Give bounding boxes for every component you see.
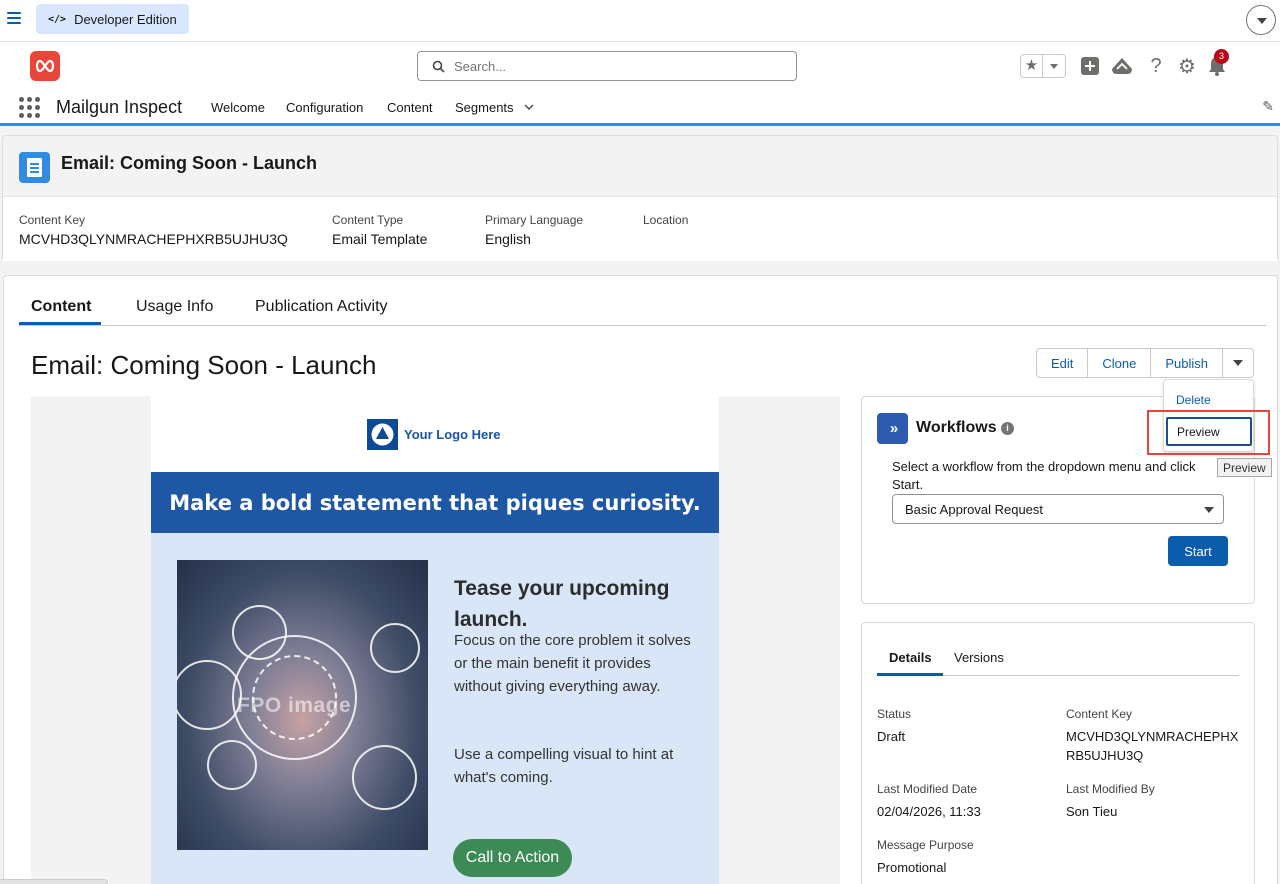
- add-icon[interactable]: [1078, 54, 1102, 78]
- detail-last-modified-by: Last Modified By Son Tieu: [1066, 782, 1155, 819]
- record-tabs: Content Usage Info Publication Activity: [19, 276, 1267, 326]
- clone-button[interactable]: Clone: [1088, 349, 1152, 377]
- start-workflow-button[interactable]: Start: [1168, 536, 1228, 566]
- tab-content[interactable]: Content: [31, 298, 91, 316]
- tab-usage-info[interactable]: Usage Info: [136, 298, 213, 316]
- fpo-image-stamp: FPO image: [237, 694, 352, 717]
- logo-placeholder-icon: [367, 419, 398, 450]
- field-content-key: Content Key MCVHD3QLYNMRACHEPHXRB5UJHU3Q: [19, 213, 288, 247]
- detail-message-purpose: Message Purpose Promotional: [877, 838, 974, 875]
- detail-status: Status Draft: [877, 707, 912, 744]
- email-canvas: Your Logo Here Make a bold statement tha…: [151, 396, 719, 884]
- publish-button[interactable]: Publish: [1151, 349, 1224, 377]
- tab-details[interactable]: Details: [889, 650, 932, 665]
- content-title: Email: Coming Soon - Launch: [31, 350, 377, 380]
- email-banner-headline: Make a bold statement that piques curios…: [151, 472, 719, 533]
- hamburger-menu-icon[interactable]: [7, 12, 21, 26]
- trailhead-icon[interactable]: [1110, 54, 1134, 78]
- chevron-down-icon: [1204, 507, 1214, 513]
- field-content-type: Content Type Email Template: [332, 213, 428, 247]
- developer-edition-label: Developer Edition: [74, 11, 177, 27]
- email-paragraph-1: Focus on the core problem it solves or t…: [454, 632, 691, 695]
- detail-last-modified-date: Last Modified Date 02/04/2026, 11:33: [877, 782, 981, 819]
- highlight-annotation-box: [1147, 410, 1270, 455]
- email-logo: Your Logo Here: [367, 419, 501, 450]
- content-action-buttons: Edit Clone Publish: [1036, 348, 1255, 378]
- workflow-chevrons-icon: »: [877, 413, 908, 444]
- active-tab-indicator: [877, 673, 943, 676]
- document-icon: [19, 152, 50, 183]
- detail-content-key: Content Key MCVHD3QLYNMRACHEPHXRB5UJHU3Q: [1066, 707, 1239, 763]
- segments-chevron-down-icon[interactable]: [524, 102, 534, 112]
- search-placeholder: Search...: [454, 58, 507, 74]
- content-main-card: Content Usage Info Publication Activity …: [3, 275, 1278, 884]
- chevron-down-icon: [1233, 360, 1244, 366]
- email-hero-image: FPO image: [177, 560, 428, 850]
- nav-item-segments[interactable]: Segments: [455, 100, 514, 115]
- email-cta-button[interactable]: Call to Action: [453, 839, 572, 877]
- view-profile-dropdown[interactable]: [1246, 5, 1276, 35]
- preview-tooltip: Preview: [1217, 458, 1272, 477]
- code-icon: </>: [48, 13, 67, 25]
- record-title: Email: Coming Soon - Launch: [61, 153, 317, 173]
- details-card: Details Versions Status Draft Content Ke…: [861, 622, 1255, 884]
- app-navigation-bar: Mailgun Inspect Welcome Configuration Co…: [0, 90, 1280, 126]
- email-preview-area: Your Logo Here Make a bold statement tha…: [31, 396, 840, 884]
- nav-item-configuration[interactable]: Configuration: [286, 100, 363, 115]
- global-search-input[interactable]: Search...: [417, 51, 797, 81]
- app-launcher-icon[interactable]: [19, 97, 40, 118]
- field-location: Location: [643, 213, 689, 227]
- bottom-scroll-handle[interactable]: [0, 879, 108, 884]
- record-header: Email: Coming Soon - Launch Content Key …: [2, 135, 1278, 261]
- tab-publication-activity[interactable]: Publication Activity: [255, 298, 388, 316]
- nav-item-content[interactable]: Content: [387, 100, 433, 115]
- favorites-list-chevron-icon[interactable]: [1043, 55, 1065, 77]
- email-body: FPO image Tease your upcoming launch. Fo…: [151, 533, 719, 884]
- tab-versions[interactable]: Versions: [954, 650, 1004, 665]
- field-primary-language: Primary Language English: [485, 213, 584, 247]
- app-name: Mailgun Inspect: [56, 97, 183, 117]
- favorites-star-icon[interactable]: ★: [1021, 55, 1043, 77]
- developer-edition-pill[interactable]: </> Developer Edition: [36, 4, 189, 34]
- menu-item-delete[interactable]: Delete: [1176, 393, 1211, 407]
- workflows-title: Workflows: [916, 419, 997, 436]
- developer-edition-bar: </> Developer Edition: [0, 0, 1280, 42]
- mailgun-logo-icon[interactable]: [30, 51, 60, 81]
- global-header: Search... ★ ? ⚙: [0, 42, 1280, 124]
- more-actions-dropdown-button[interactable]: [1223, 349, 1253, 377]
- email-heading: Tease your upcoming launch.: [454, 577, 670, 631]
- email-paragraph-2: Use a compelling visual to hint at what'…: [454, 746, 674, 786]
- help-icon[interactable]: ?: [1144, 54, 1168, 78]
- search-icon: [432, 60, 445, 73]
- details-tabs: Details Versions: [877, 623, 1239, 676]
- active-tab-indicator: [19, 322, 101, 325]
- workflow-select[interactable]: Basic Approval Request: [892, 494, 1224, 524]
- notification-count-badge: 3: [1214, 49, 1229, 64]
- edit-button[interactable]: Edit: [1037, 349, 1089, 377]
- edit-nav-pencil-icon[interactable]: ✎: [1262, 98, 1274, 115]
- info-icon[interactable]: i: [1001, 422, 1014, 435]
- setup-gear-icon[interactable]: ⚙: [1175, 54, 1199, 78]
- workflows-description: Select a workflow from the dropdown menu…: [892, 459, 1196, 492]
- favorites-button[interactable]: ★: [1020, 54, 1066, 78]
- nav-item-welcome[interactable]: Welcome: [211, 100, 265, 115]
